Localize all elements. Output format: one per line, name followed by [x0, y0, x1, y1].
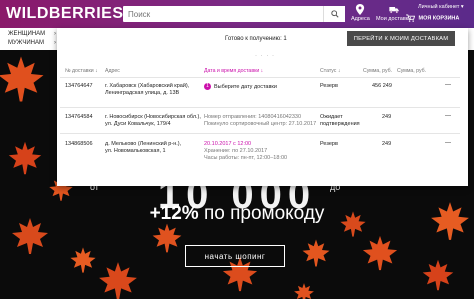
- column-header-date[interactable]: Дата и время доставки ↓: [204, 68, 263, 74]
- ready-count-text: Готово к получению: 1: [225, 36, 287, 42]
- delivery-status-line2: подтверждения: [320, 121, 360, 127]
- search-icon: [330, 10, 339, 18]
- delivery-paid: —: [445, 140, 451, 146]
- delivery-number[interactable]: 134868506: [65, 141, 93, 148]
- maple-leaf-icon: [294, 283, 314, 299]
- delivery-sum: 249: [382, 114, 392, 120]
- location-pin-icon: [356, 4, 365, 15]
- delivery-number[interactable]: 134764647: [65, 83, 93, 90]
- search-button[interactable]: [323, 6, 345, 22]
- addresses-link[interactable]: Адреса: [351, 4, 370, 22]
- cart-label: МОЯ КОРЗИНА: [418, 15, 460, 22]
- maple-leaf-icon: [8, 141, 42, 175]
- cabinet-label: Личный кабинет: [418, 4, 460, 10]
- maple-leaf-icon: [422, 259, 454, 291]
- delivery-date: 20.10.2017 с 12:00: [204, 141, 252, 147]
- cabinet-link[interactable]: Личный кабинет ▾: [418, 4, 464, 10]
- sort-center-info: Покинуло сортировочный центр: 27.10.2017: [204, 121, 317, 127]
- popup-header: Готово к получению: 1 ПЕРЕЙТИ К МОИМ ДОС…: [57, 28, 468, 52]
- row-divider: [60, 77, 460, 78]
- column-header-number[interactable]: № доставки ↓: [65, 68, 98, 74]
- delivery-address-line2: ул. Новомальковская, 1: [105, 148, 166, 154]
- promo-text: +12% по промокоду: [0, 203, 474, 225]
- delivery-address-line1: г. Хабаровск (Хабаровский край),: [105, 83, 190, 89]
- cart-icon: [406, 14, 416, 22]
- delivery-address-line2: ул. Дуси Ковальчук, 179/4: [105, 121, 171, 127]
- promo-suffix: по промокоду: [198, 203, 325, 224]
- maple-leaf-icon: [302, 239, 330, 267]
- pagination-dots: · · · ·: [255, 53, 275, 59]
- maple-leaf-icon: [0, 56, 44, 102]
- search-box: [123, 6, 345, 22]
- top-header: WILDBERRIES Адреса Мои доставки Личный к…: [0, 0, 474, 28]
- shipment-number: Номер отправления: 14080416042330: [204, 114, 302, 120]
- search-input[interactable]: [128, 8, 318, 20]
- nav-item-women[interactable]: ЖЕНЩИНАМ ›: [8, 31, 56, 37]
- maple-leaf-icon: [70, 247, 96, 273]
- chevron-right-icon: ›: [54, 40, 56, 46]
- delivery-address-line1: г. Новосибирск (Новосибирская обл.),: [105, 114, 201, 120]
- nav-item-label: ЖЕНЩИНАМ: [8, 31, 46, 37]
- delivery-address-line1: д. Мельково (Ленинский р-н.),: [105, 141, 182, 147]
- notification-badge: 1: [204, 83, 211, 90]
- working-hours: Часы работы: пн-пт, 12:00–18:00: [204, 155, 288, 161]
- delivery-status: Резерв: [320, 141, 338, 147]
- delivery-paid: —: [445, 82, 451, 88]
- choose-date-label: Выберите дату доставки: [214, 83, 277, 90]
- addresses-label: Адреса: [351, 16, 370, 22]
- delivery-number[interactable]: 134764584: [65, 114, 93, 121]
- cart-link[interactable]: МОЯ КОРЗИНА: [406, 14, 460, 22]
- nav-item-label: МУЖЧИНАМ: [8, 40, 44, 46]
- chevron-right-icon: ›: [54, 31, 56, 37]
- logo[interactable]: WILDBERRIES: [6, 5, 124, 23]
- delivery-status: Ожидает: [320, 114, 343, 120]
- row-divider: [60, 107, 460, 108]
- column-header-status[interactable]: Статус ↓: [320, 68, 340, 74]
- delivery-sum: 456 249: [372, 83, 392, 89]
- column-header-address: Адрес: [105, 68, 120, 74]
- maple-leaf-icon: [99, 262, 137, 299]
- column-header-paid: Сумма, руб.: [397, 68, 427, 74]
- nav-item-men[interactable]: МУЖЧИНАМ ›: [8, 40, 56, 46]
- delivery-status: Резерв: [320, 83, 338, 89]
- maple-leaf-icon: [362, 235, 398, 271]
- start-shopping-button[interactable]: начать шопинг: [185, 245, 285, 267]
- storage-period: Хранение: по 27.10.2017: [204, 148, 268, 154]
- choose-date-link[interactable]: 1 Выберите дату доставки: [204, 83, 277, 91]
- row-divider: [60, 133, 460, 134]
- column-header-sum: Сумма, руб.: [363, 68, 393, 74]
- delivery-address-line2: Ленинградская улица, д. 13В: [105, 90, 180, 96]
- delivery-sum: 249: [382, 141, 392, 147]
- delivery-paid: —: [445, 113, 451, 119]
- truck-icon: [388, 7, 399, 14]
- go-to-deliveries-button[interactable]: ПЕРЕЙТИ К МОИМ ДОСТАВКАМ: [347, 31, 455, 46]
- promo-percent: +12%: [149, 203, 199, 224]
- maple-leaf-icon: [152, 223, 182, 253]
- chevron-down-icon: ▾: [460, 4, 464, 10]
- deliveries-popup: Готово к получению: 1 ПЕРЕЙТИ К МОИМ ДОС…: [57, 28, 468, 186]
